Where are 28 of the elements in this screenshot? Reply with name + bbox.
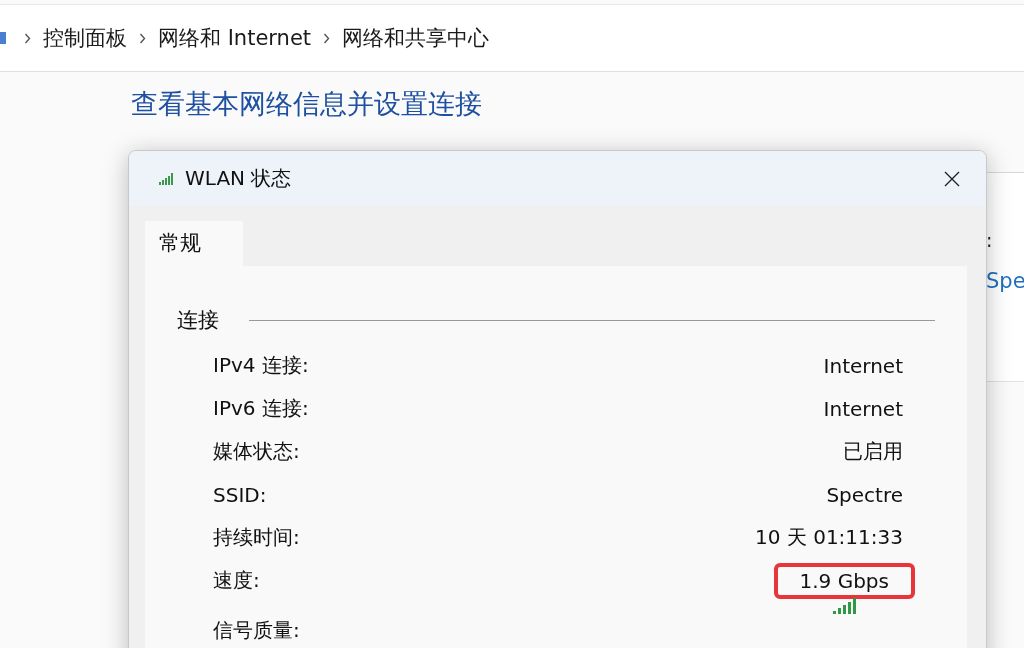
field-value: 10 天 01:11:33 (754, 524, 904, 551)
network-link[interactable]: Spe (986, 269, 1024, 293)
panel-label: : (986, 229, 993, 251)
chevron-icon (24, 32, 31, 44)
field-label: SSID: (213, 482, 267, 507)
field-label: 媒体状态: (213, 438, 300, 465)
breadcrumb-item[interactable]: 网络和共享中心 (342, 24, 490, 52)
field-label: IPv4 连接: (213, 352, 309, 379)
field-label: 速度: (213, 567, 260, 594)
breadcrumb-item[interactable]: 控制面板 (43, 24, 127, 52)
dialog-tab[interactable]: 常规 (145, 221, 243, 266)
field-value: Internet (822, 395, 904, 423)
dialog-title: WLAN 状态 (185, 165, 293, 192)
group-title: 连接 (177, 307, 219, 334)
chevron-icon (323, 32, 331, 44)
field-value: 1.9 Gbps (773, 562, 915, 599)
field-value: Internet (822, 352, 904, 380)
field-value: Spectre (825, 481, 904, 509)
field-label: 信号质量: (213, 616, 300, 644)
chevron-icon (139, 32, 146, 44)
signal-strength-icon (833, 598, 857, 614)
page-heading: 查看基本网络信息并设置连接 (131, 87, 483, 121)
signal-icon (159, 172, 173, 185)
field-label: IPv6 连接: (213, 395, 309, 422)
field-label: 持续时间: (213, 524, 300, 551)
field-value: 已启用 (842, 438, 904, 465)
breadcrumb-item[interactable]: 网络和 Internet (158, 24, 312, 52)
close-icon (944, 170, 960, 187)
